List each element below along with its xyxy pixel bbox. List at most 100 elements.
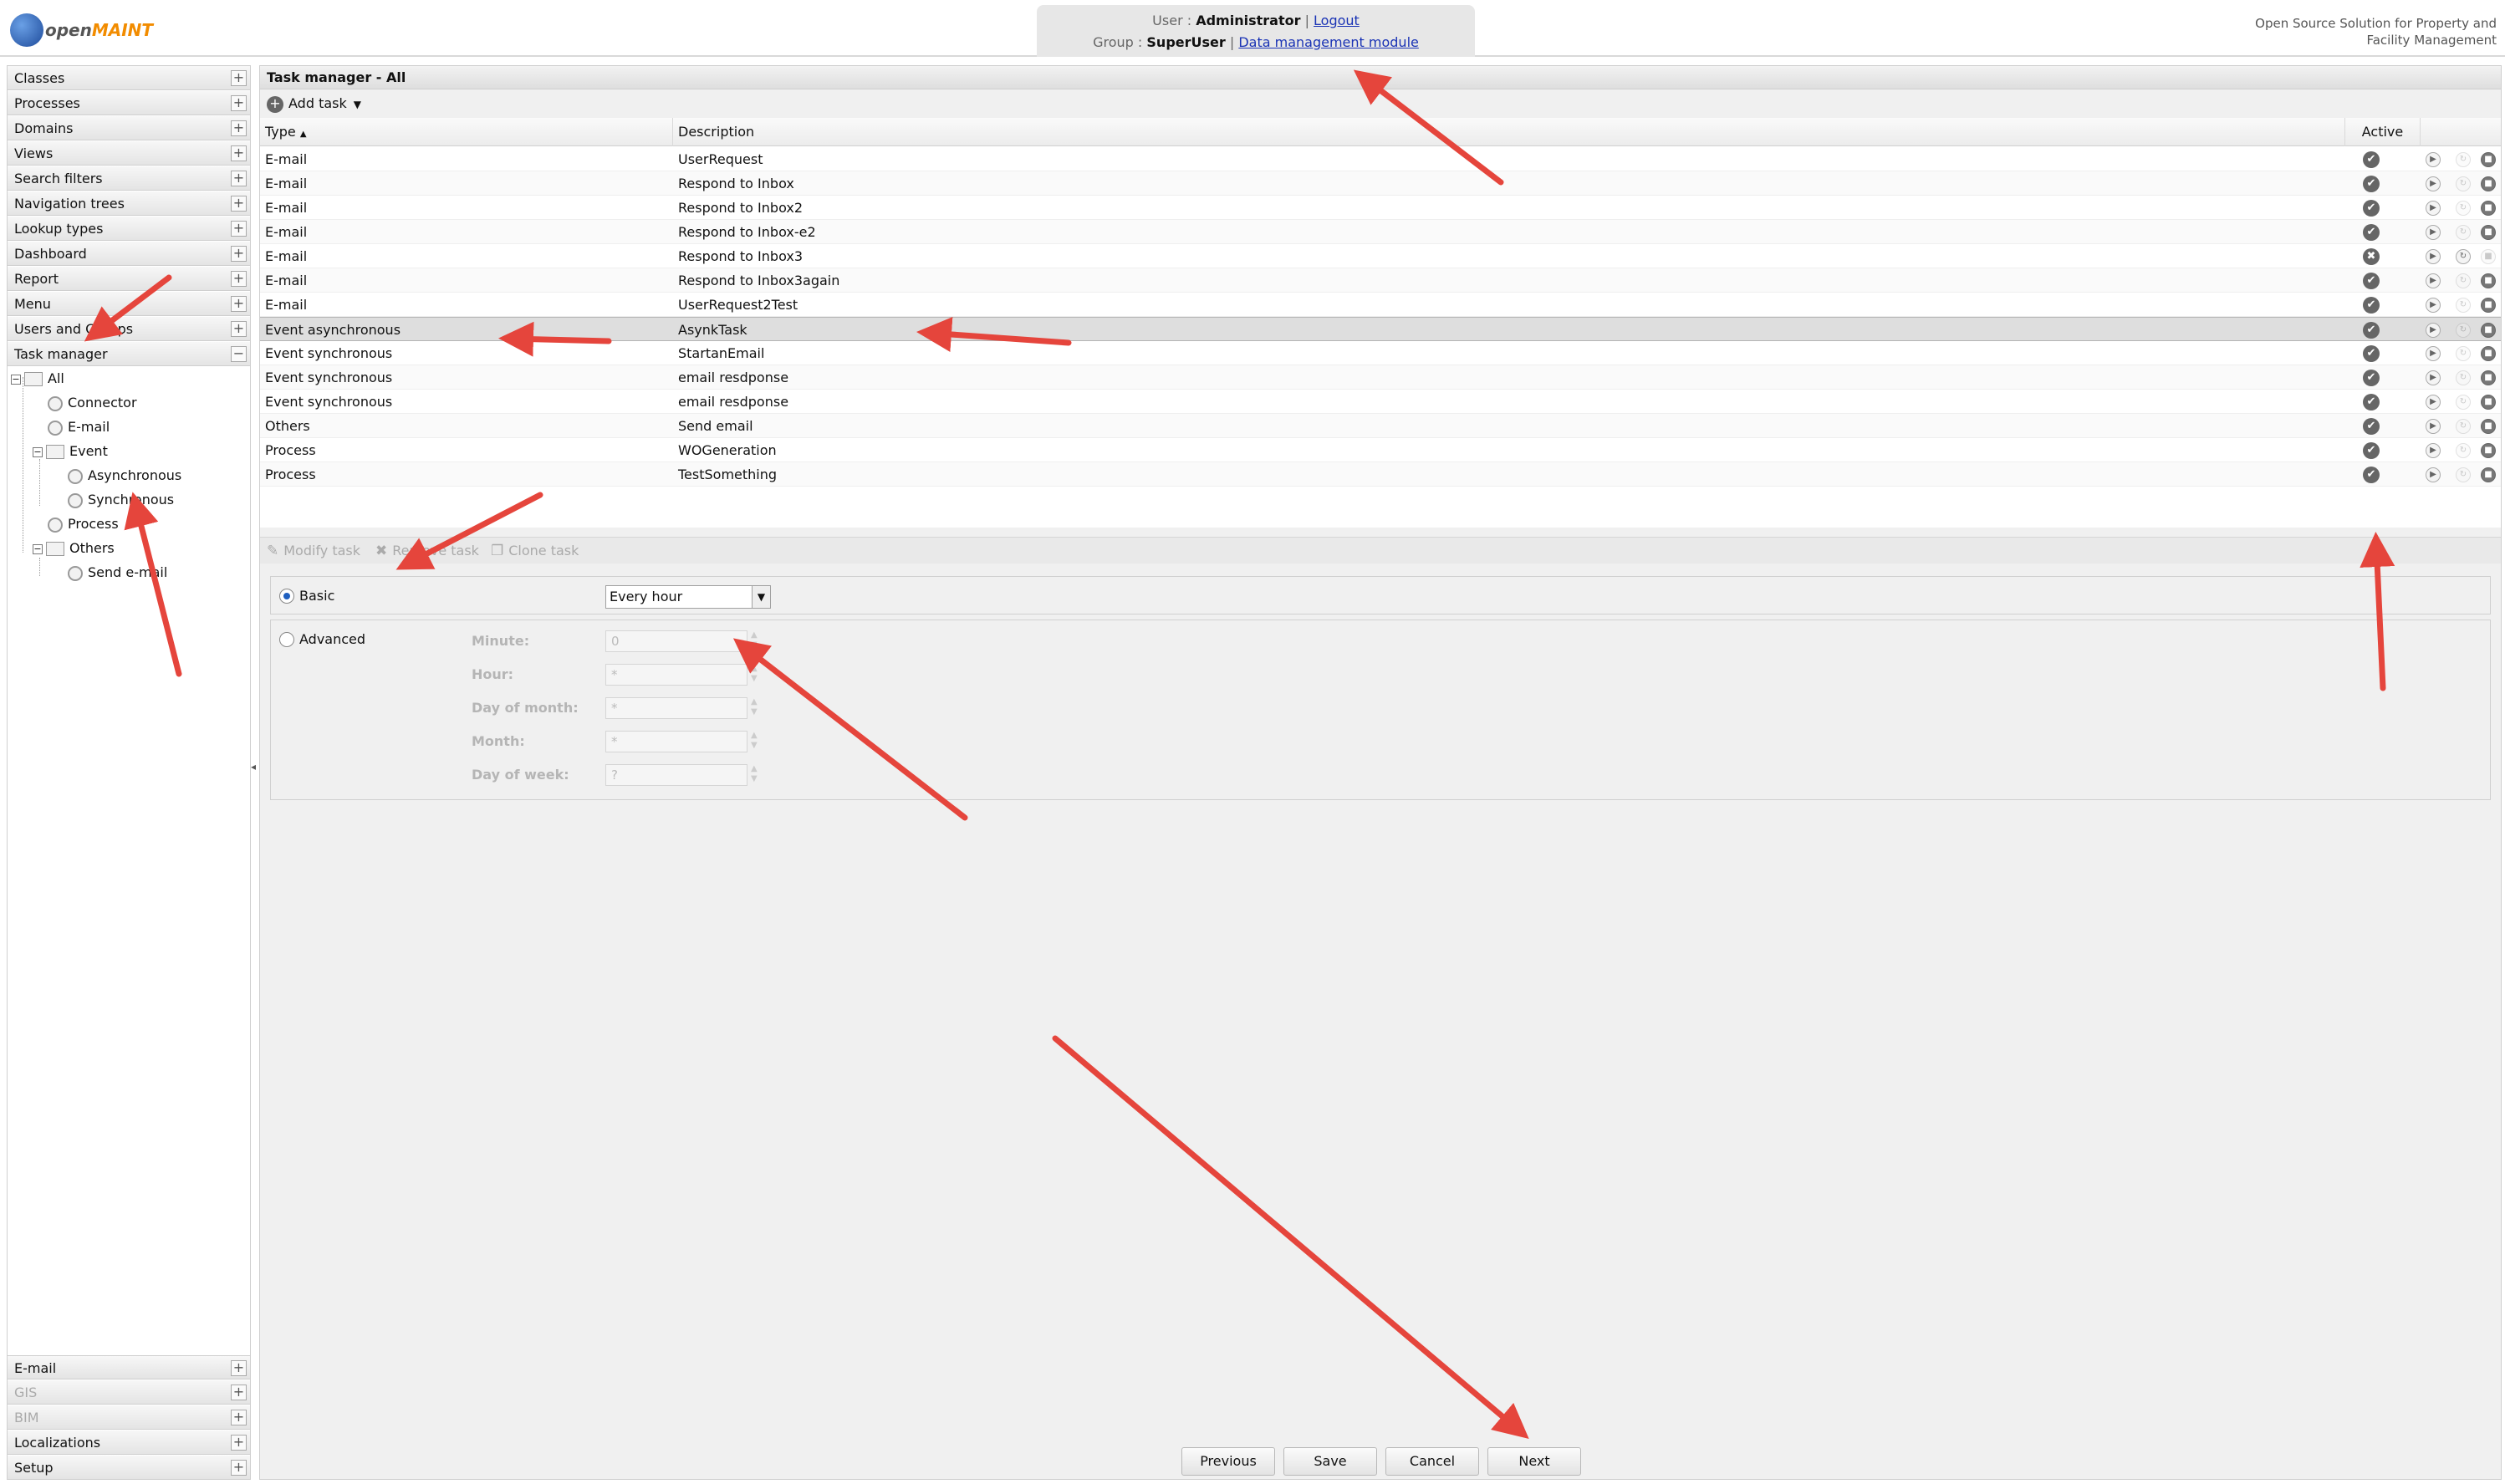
sidebar-item-report[interactable]: Report + [8, 267, 250, 291]
collapse-icon[interactable]: − [11, 374, 21, 385]
tree-node-connector[interactable]: Connector [48, 391, 137, 415]
day-of-month-spinner-icon[interactable]: ▲ ▼ [751, 697, 766, 719]
cycle-icon[interactable]: ↻ [2456, 395, 2471, 410]
cancel-button[interactable]: Cancel [1385, 1447, 1479, 1476]
start-icon[interactable]: ▶ [2426, 176, 2441, 191]
cycle-icon[interactable]: ↻ [2456, 443, 2471, 458]
stop-icon[interactable]: ■ [2481, 346, 2496, 361]
start-icon[interactable]: ▶ [2426, 298, 2441, 313]
start-icon[interactable]: ▶ [2426, 201, 2441, 216]
stop-icon[interactable]: ■ [2481, 323, 2496, 338]
sidebar-item-menu[interactable]: Menu + [8, 292, 250, 316]
minute-input[interactable]: 0 [605, 630, 747, 652]
start-icon[interactable]: ▶ [2426, 225, 2441, 240]
advanced-radio[interactable] [279, 632, 294, 647]
tree-node-send-email[interactable]: Send e-mail [68, 561, 167, 584]
table-row[interactable]: E-mail Respond to Inbox-e2 ✔ ▶ ↻ ■ [260, 220, 2501, 244]
stop-icon[interactable]: ■ [2481, 249, 2496, 264]
month-input[interactable]: * [605, 731, 747, 752]
table-row[interactable]: E-mail Respond to Inbox2 ✔ ▶ ↻ ■ [260, 196, 2501, 220]
hour-spinner-icon[interactable]: ▲ ▼ [751, 664, 766, 686]
stop-icon[interactable]: ■ [2481, 395, 2496, 410]
tree-node-all[interactable]: − All [11, 367, 64, 390]
cycle-icon[interactable]: ↻ [2456, 346, 2471, 361]
sidebar-item-views[interactable]: Views + [8, 141, 250, 166]
start-icon[interactable]: ▶ [2426, 152, 2441, 167]
table-row[interactable]: Process TestSomething ✔ ▶ ↻ ■ [260, 462, 2501, 487]
hour-input[interactable]: * [605, 664, 747, 686]
cycle-icon[interactable]: ↻ [2456, 273, 2471, 288]
previous-button[interactable]: Previous [1181, 1447, 1275, 1476]
month-spinner-icon[interactable]: ▲ ▼ [751, 731, 766, 752]
expand-icon[interactable]: + [231, 120, 247, 136]
start-icon[interactable]: ▶ [2426, 249, 2441, 264]
start-icon[interactable]: ▶ [2426, 273, 2441, 288]
sidebar-item-domains[interactable]: Domains + [8, 116, 250, 140]
cycle-icon[interactable]: ↻ [2456, 467, 2471, 482]
cycle-icon[interactable]: ↻ [2456, 152, 2471, 167]
stop-icon[interactable]: ■ [2481, 152, 2496, 167]
table-row[interactable]: Others Send email ✔ ▶ ↻ ■ [260, 414, 2501, 438]
day-of-month-input[interactable]: * [605, 697, 747, 719]
expand-icon[interactable]: + [231, 171, 247, 186]
sidebar-item-search-filters[interactable]: Search filters + [8, 166, 250, 191]
column-header-active[interactable]: Active [2345, 118, 2421, 146]
remove-task-button[interactable]: ✖ Remove task [375, 538, 479, 564]
expand-icon[interactable]: + [231, 221, 247, 237]
expand-icon[interactable]: + [231, 196, 247, 212]
cycle-icon[interactable]: ↻ [2456, 201, 2471, 216]
table-row[interactable]: E-mail UserRequest ✔ ▶ ↻ ■ [260, 147, 2501, 171]
sidebar-item-task-manager[interactable]: Task manager − [8, 342, 250, 366]
sidebar-collapse-icon[interactable]: ◂ [251, 761, 258, 778]
expand-icon[interactable]: + [231, 70, 247, 86]
cycle-icon[interactable]: ↻ [2456, 176, 2471, 191]
sidebar-item-processes[interactable]: Processes + [8, 91, 250, 115]
collapse-icon[interactable]: − [33, 446, 43, 457]
tree-node-event[interactable]: − Event [33, 440, 108, 463]
cycle-icon[interactable]: ↻ [2456, 323, 2471, 338]
tree-node-others[interactable]: − Others [33, 537, 115, 560]
expand-icon[interactable]: + [231, 1360, 247, 1376]
cycle-icon[interactable]: ↻ [2456, 419, 2471, 434]
sidebar-item-setup[interactable]: Setup + [8, 1456, 250, 1480]
table-row[interactable]: Process WOGeneration ✔ ▶ ↻ ■ [260, 438, 2501, 462]
collapse-icon[interactable]: − [231, 346, 247, 362]
start-icon[interactable]: ▶ [2426, 467, 2441, 482]
tree-node-email[interactable]: E-mail [48, 416, 110, 439]
stop-icon[interactable]: ■ [2481, 201, 2496, 216]
day-of-week-input[interactable]: ? [605, 764, 747, 786]
expand-icon[interactable]: + [231, 1435, 247, 1451]
stop-icon[interactable]: ■ [2481, 176, 2496, 191]
day-of-week-spinner-icon[interactable]: ▲ ▼ [751, 764, 766, 786]
start-icon[interactable]: ▶ [2426, 370, 2441, 385]
expand-icon[interactable]: + [231, 95, 247, 111]
table-row[interactable]: E-mail Respond to Inbox ✔ ▶ ↻ ■ [260, 171, 2501, 196]
sidebar-item-users-and-groups[interactable]: Users and Groups + [8, 317, 250, 341]
cycle-icon[interactable]: ↻ [2456, 249, 2471, 264]
openmaint-logo[interactable]: openMAINT [7, 8, 153, 50]
expand-icon[interactable]: + [231, 321, 247, 337]
stop-icon[interactable]: ■ [2481, 298, 2496, 313]
expand-icon[interactable]: + [231, 296, 247, 312]
stop-icon[interactable]: ■ [2481, 443, 2496, 458]
stop-icon[interactable]: ■ [2481, 370, 2496, 385]
expand-icon[interactable]: + [231, 246, 247, 262]
table-row[interactable]: E-mail Respond to Inbox3 ✖ ▶ ↻ ■ [260, 244, 2501, 268]
data-management-link[interactable]: Data management module [1238, 34, 1419, 50]
tree-node-synchronous[interactable]: Synchronous [68, 488, 174, 512]
logout-link[interactable]: Logout [1314, 13, 1360, 28]
start-icon[interactable]: ▶ [2426, 395, 2441, 410]
tree-node-process[interactable]: Process [48, 513, 119, 536]
cycle-icon[interactable]: ↻ [2456, 370, 2471, 385]
save-button[interactable]: Save [1283, 1447, 1377, 1476]
expand-icon[interactable]: + [231, 1460, 247, 1476]
start-icon[interactable]: ▶ [2426, 323, 2441, 338]
basic-radio[interactable] [279, 589, 294, 604]
cycle-icon[interactable]: ↻ [2456, 298, 2471, 313]
collapse-icon[interactable]: − [33, 543, 43, 554]
stop-icon[interactable]: ■ [2481, 467, 2496, 482]
start-icon[interactable]: ▶ [2426, 346, 2441, 361]
sidebar-item-lookup-types[interactable]: Lookup types + [8, 217, 250, 241]
add-task-button[interactable]: + Add task ▼ [267, 90, 361, 117]
stop-icon[interactable]: ■ [2481, 273, 2496, 288]
